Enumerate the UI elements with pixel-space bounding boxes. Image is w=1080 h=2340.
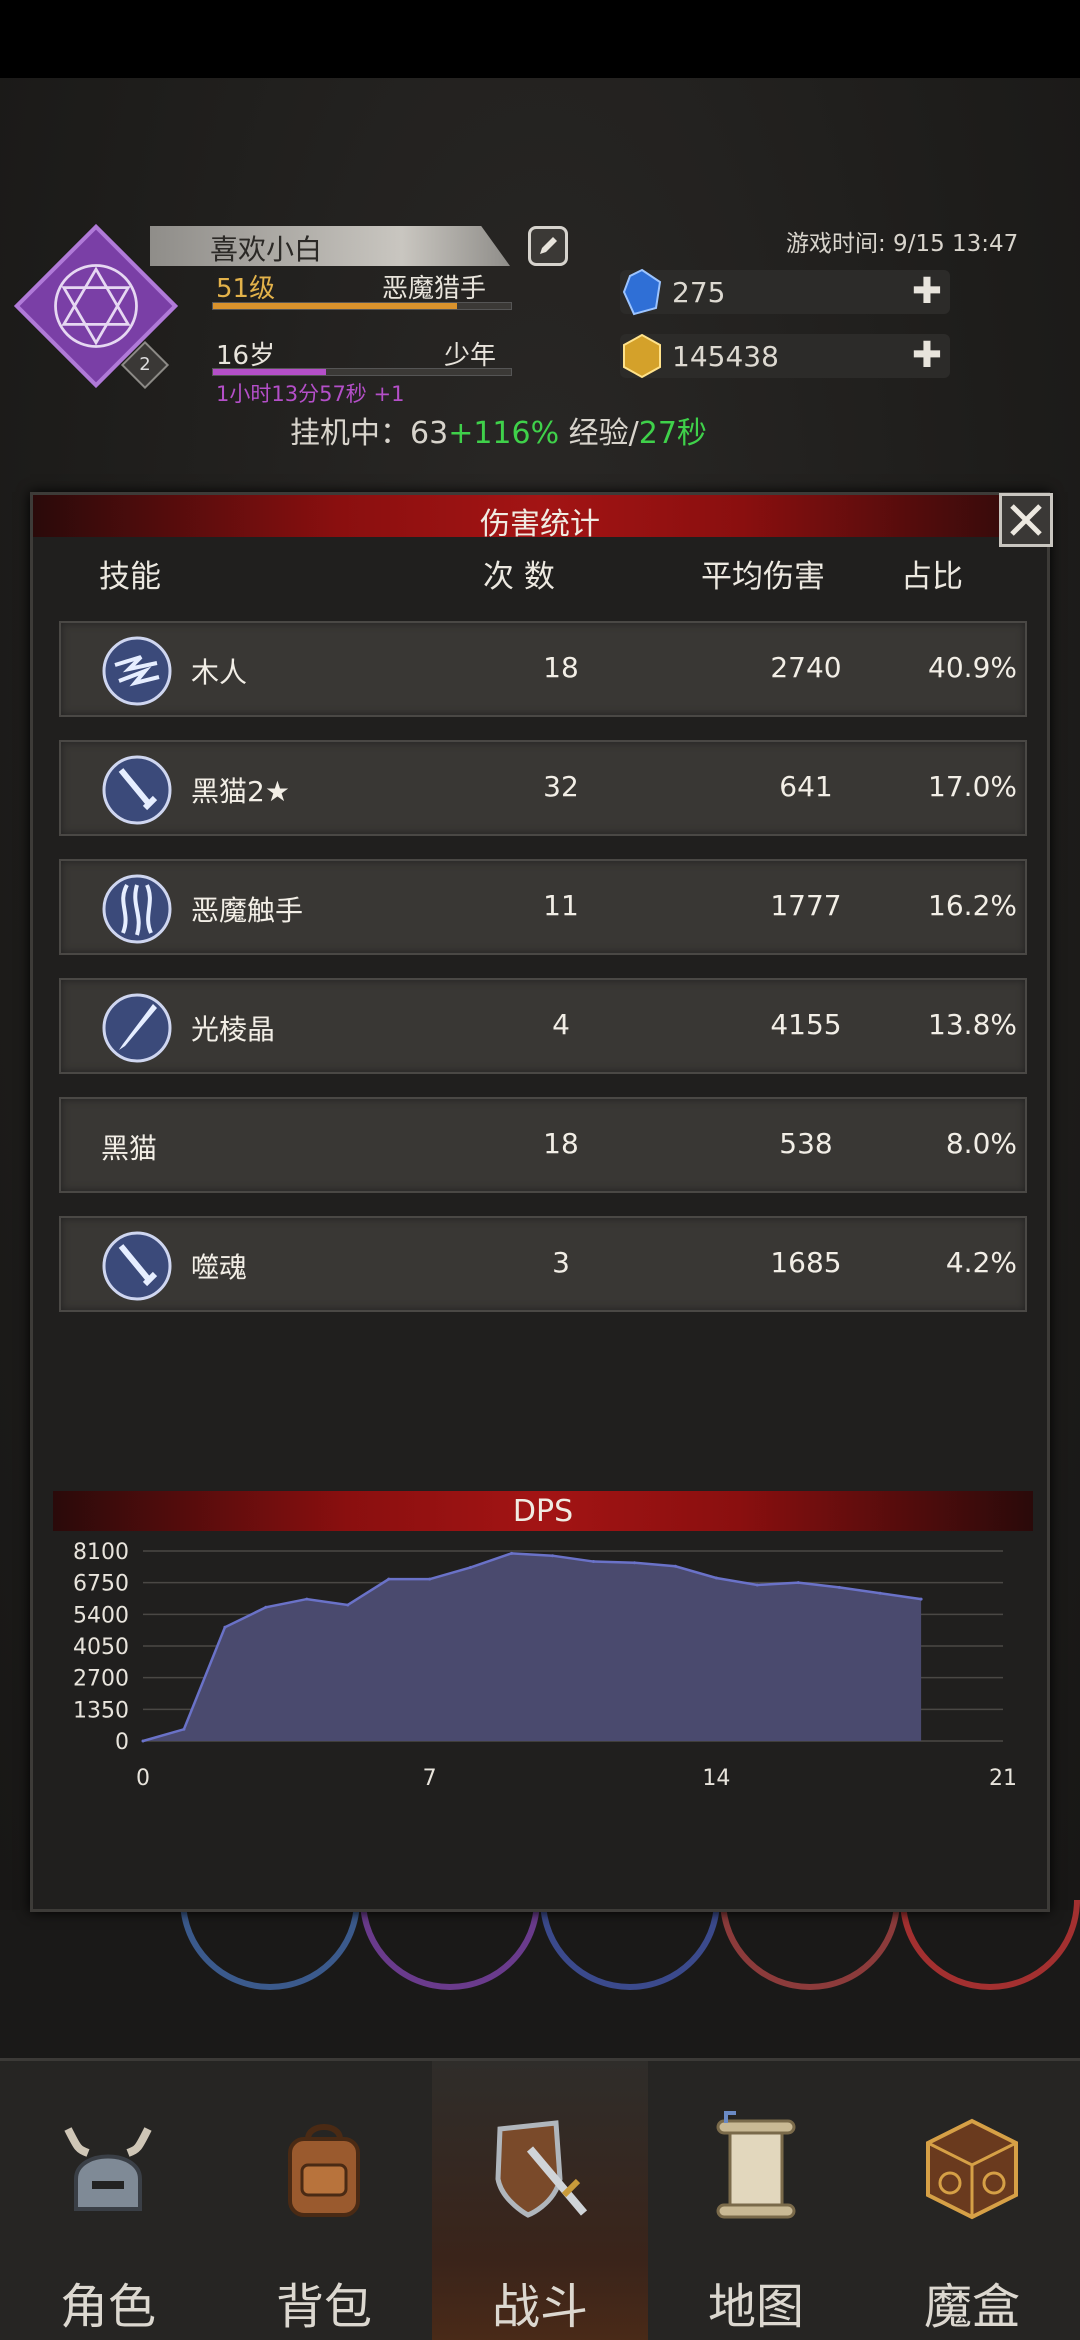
player-level: 51级: [216, 274, 276, 304]
dps-point: [305, 1597, 309, 1601]
y-tick-label: 0: [115, 1730, 129, 1755]
status-bar: [0, 0, 1080, 78]
nav-item-magic-box[interactable]: 魔盒: [864, 2061, 1080, 2340]
table-row: 黑猫2★ 32 641 17.0%: [59, 740, 1027, 836]
damage-stats-dialog: 伤害统计 技能 次 数 平均伤害 占比 木人 18 2740 40.9% 黑猫2…: [30, 492, 1053, 1912]
dialog-title: 伤害统计: [480, 507, 600, 542]
age-progress-bar: [212, 368, 512, 376]
dps-point: [264, 1605, 268, 1609]
dps-point: [387, 1577, 391, 1581]
add-gold-button[interactable]: ✚: [912, 338, 942, 374]
dps-point: [755, 1583, 759, 1587]
y-tick-label: 1350: [73, 1698, 129, 1723]
dps-point: [796, 1581, 800, 1585]
game-time: 游戏时间: 9/15 13:47: [786, 231, 1019, 257]
dps-point: [141, 1739, 145, 1743]
x-tick-label: 7: [423, 1766, 437, 1791]
y-tick-label: 6750: [73, 1572, 129, 1597]
table-row: 黑猫 18 538 8.0%: [59, 1097, 1027, 1193]
dps-point: [919, 1597, 923, 1601]
close-button[interactable]: [999, 493, 1053, 547]
table-row: 木人 18 2740 40.9%: [59, 621, 1027, 717]
table-row: 光棱晶 4 4155 13.8%: [59, 978, 1027, 1074]
player-name: 喜欢小白: [210, 233, 323, 266]
lightning-icon: [102, 636, 172, 706]
y-tick-label: 8100: [73, 1540, 129, 1565]
backpack-icon: [288, 2124, 360, 2217]
table-row: 噬魂 3 1685 4.2%: [59, 1216, 1027, 1312]
player-stage: 少年: [444, 341, 497, 371]
y-tick-label: 4050: [73, 1635, 129, 1660]
tentacle-icon: [102, 874, 172, 944]
dps-point: [551, 1554, 555, 1558]
gold-gem-icon: [623, 333, 661, 379]
pencil-icon: [540, 237, 557, 254]
level-progress-bar: [212, 302, 512, 310]
add-gems-button[interactable]: ✚: [912, 274, 942, 310]
helmet-icon: [64, 2127, 152, 2211]
dps-point: [346, 1603, 350, 1607]
age-timer: 1小时13分57秒 +1: [216, 382, 405, 406]
magic-box-icon: [926, 2118, 1018, 2220]
nav-item-map[interactable]: 地图: [648, 2061, 864, 2340]
dps-chart: 8100 6750 5400 4050 2700 1350 00 7 14 21: [73, 1540, 1017, 1791]
player-age: 16岁: [216, 341, 276, 371]
table-row: 恶魔触手 11 1777 16.2%: [59, 859, 1027, 955]
column-ratio: 占比: [901, 559, 963, 595]
dps-point: [878, 1591, 882, 1595]
column-avg-damage: 平均伤害: [701, 559, 825, 595]
dps-point: [673, 1564, 677, 1568]
player-class: 恶魔猎手: [382, 274, 487, 304]
y-tick-label: 2700: [73, 1667, 129, 1692]
dps-point: [510, 1551, 514, 1555]
dps-area: [143, 1553, 922, 1741]
dps-point: [837, 1585, 841, 1589]
chart-title: DPS: [512, 1494, 574, 1529]
gold-counter: 145438 ✚: [620, 333, 950, 379]
nav-item-backpack[interactable]: 背包: [216, 2061, 432, 2340]
gem-counter: 275 ✚: [620, 268, 950, 316]
name-plate: 喜欢小白: [150, 226, 510, 266]
nav-item-character[interactable]: 角色: [0, 2061, 216, 2340]
x-tick-label: 14: [702, 1766, 730, 1791]
dps-point: [632, 1561, 636, 1565]
sword-icon: [102, 1231, 172, 1301]
idle-status: 挂机中：63+116% 经验/27秒: [290, 416, 707, 451]
column-count: 次 数: [483, 559, 555, 595]
y-tick-label: 5400: [73, 1603, 129, 1628]
scroll-map-icon: [716, 2111, 796, 2219]
dps-chart-header: DPS: [53, 1491, 1033, 1531]
nav-item-battle[interactable]: 战斗: [432, 2061, 648, 2340]
blue-gem-icon: [622, 268, 662, 316]
shield-sword-icon: [495, 2120, 588, 2218]
close-icon: [1010, 504, 1042, 536]
x-tick-label: 0: [136, 1766, 150, 1791]
edit-name-button[interactable]: [528, 226, 568, 266]
sword-icon: [102, 755, 172, 825]
hexagram-icon: [54, 264, 138, 348]
dps-point: [714, 1576, 718, 1580]
dps-point: [428, 1577, 432, 1581]
dps-point: [223, 1625, 227, 1629]
dps-point: [182, 1727, 186, 1731]
dps-point: [591, 1560, 595, 1564]
bottom-nav: 角色 背包 战斗 地图 魔盒: [0, 2058, 1080, 2340]
dialog-header: 伤害统计: [33, 495, 1047, 542]
light-blade-icon: [102, 993, 172, 1063]
dps-point: [469, 1565, 473, 1569]
x-tick-label: 21: [989, 1766, 1017, 1791]
column-skill: 技能: [99, 559, 161, 595]
